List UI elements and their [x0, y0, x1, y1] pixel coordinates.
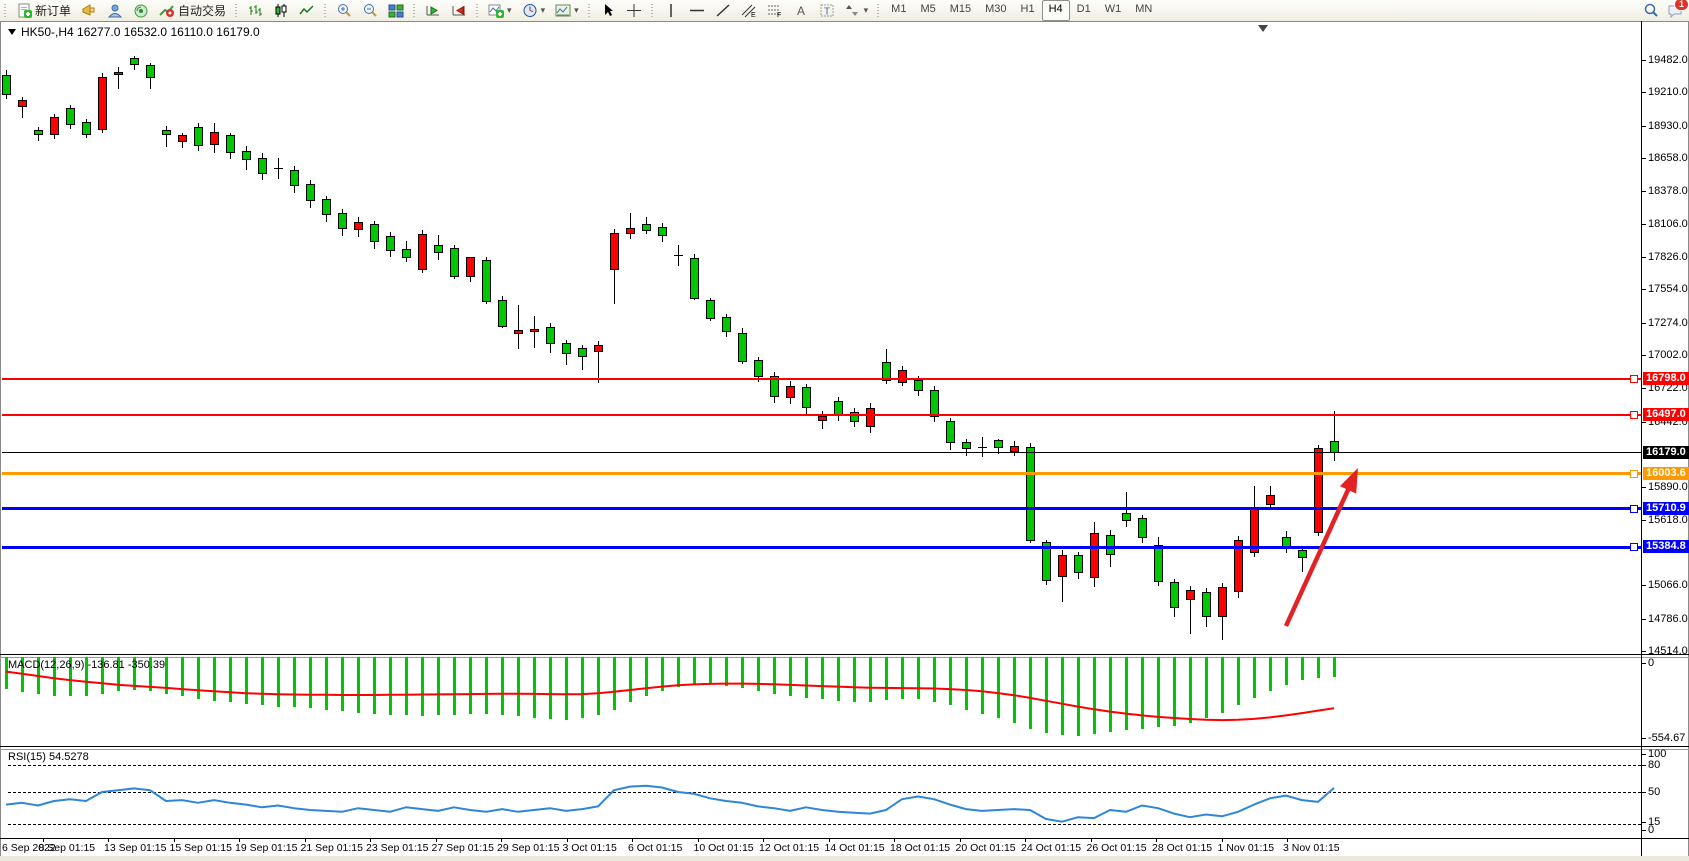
- svg-text:E: E: [751, 12, 756, 18]
- market-watch-button[interactable]: [76, 0, 102, 21]
- crosshair-icon: [626, 3, 642, 18]
- toolbar: 新订单 自动交易: [0, 0, 1689, 22]
- new-order-label: 新订单: [35, 2, 71, 19]
- timeframe-MN[interactable]: MN: [1128, 0, 1159, 21]
- template-icon: [555, 3, 571, 18]
- zoom-in-button[interactable]: [331, 0, 357, 21]
- toolbar-grip: [475, 4, 480, 18]
- cursor-tool-button[interactable]: [595, 0, 621, 21]
- vertical-line-icon: [663, 3, 679, 18]
- chevron-down-icon: ▾: [574, 5, 579, 16]
- chevron-down-icon: ▾: [541, 5, 546, 16]
- bar-chart-button[interactable]: [242, 0, 268, 21]
- timeframe-H4[interactable]: H4: [1042, 0, 1070, 21]
- chevron-down-icon: ▾: [864, 5, 869, 16]
- zoom-out-icon: [362, 3, 378, 18]
- indicators-icon: [488, 3, 504, 18]
- profile-button[interactable]: [102, 0, 128, 21]
- text-icon: A: [793, 3, 809, 18]
- timeframe-group: M1M5M15M30H1H4D1W1MN: [884, 0, 1159, 21]
- svg-text:A: A: [797, 4, 805, 18]
- text-tool-button[interactable]: A: [788, 0, 814, 21]
- chart-shift-button[interactable]: [446, 0, 472, 21]
- toolbar-grip: [876, 4, 881, 18]
- fibonacci-tool-button[interactable]: F: [762, 0, 788, 21]
- toolbar-grip: [650, 4, 655, 18]
- indicators-button[interactable]: ▾: [483, 0, 517, 21]
- auto-trading-label: 自动交易: [178, 2, 226, 19]
- svg-text:T: T: [824, 7, 830, 18]
- timeframe-H1[interactable]: H1: [1014, 0, 1042, 21]
- candlestick-chart-button[interactable]: [268, 0, 294, 21]
- zoom-out-button[interactable]: [357, 0, 383, 21]
- megaphone-icon: [81, 3, 97, 18]
- text-label-icon: T: [819, 3, 835, 18]
- tile-windows-button[interactable]: [383, 0, 409, 21]
- signal-icon: [133, 3, 149, 18]
- chart-window: [0, 21, 1689, 859]
- auto-trading-button[interactable]: 自动交易: [154, 0, 231, 21]
- clock-icon: [522, 3, 538, 18]
- channel-tool-button[interactable]: E: [736, 0, 762, 21]
- chart-shift-icon: [451, 3, 467, 18]
- tile-windows-icon: [388, 3, 404, 18]
- timeframe-D1[interactable]: D1: [1070, 0, 1098, 21]
- toolbar-grip: [412, 4, 417, 18]
- fibonacci-icon: F: [767, 3, 783, 18]
- chat-icon[interactable]: 1: [1667, 3, 1683, 18]
- timeframe-W1[interactable]: W1: [1098, 0, 1129, 21]
- periods-button[interactable]: ▾: [517, 0, 551, 21]
- label-tool-button[interactable]: T: [814, 0, 840, 21]
- templates-button[interactable]: ▾: [550, 0, 584, 21]
- line-chart-icon: [299, 3, 315, 18]
- timeframe-M1[interactable]: M1: [884, 0, 913, 21]
- line-chart-button[interactable]: [294, 0, 320, 21]
- profile-icon: [107, 3, 123, 18]
- crosshair-tool-button[interactable]: [621, 0, 647, 21]
- toolbar-grip: [3, 4, 8, 18]
- notification-badge: 1: [1674, 0, 1689, 11]
- horizontal-line-tool-button[interactable]: [684, 0, 710, 21]
- chevron-down-icon: ▾: [507, 5, 512, 16]
- signals-button[interactable]: [128, 0, 154, 21]
- trendline-icon: [715, 3, 731, 18]
- toolbar-grip: [587, 4, 592, 18]
- toolbar-grip: [323, 4, 328, 18]
- search-icon[interactable]: [1643, 3, 1659, 18]
- zoom-in-icon: [336, 3, 352, 18]
- timeframe-M30[interactable]: M30: [978, 0, 1013, 21]
- vertical-line-tool-button[interactable]: [658, 0, 684, 21]
- auto-scroll-icon: [425, 3, 441, 18]
- timeframe-M15[interactable]: M15: [943, 0, 978, 21]
- arrows-tool-button[interactable]: ▾: [840, 0, 874, 21]
- equidistant-channel-icon: E: [741, 3, 757, 18]
- new-order-icon: [16, 3, 32, 18]
- cursor-icon: [600, 3, 616, 18]
- horizontal-line-icon: [689, 3, 705, 18]
- timeframe-M5[interactable]: M5: [913, 0, 942, 21]
- candlestick-chart-icon: [273, 3, 289, 18]
- svg-text:F: F: [777, 12, 781, 18]
- trendline-tool-button[interactable]: [710, 0, 736, 21]
- bar-chart-icon: [247, 3, 263, 18]
- auto-trading-icon: [159, 3, 175, 18]
- new-order-button[interactable]: 新订单: [11, 0, 76, 21]
- shapes-icon: [845, 3, 861, 18]
- toolbar-grip: [234, 4, 239, 18]
- auto-scroll-button[interactable]: [420, 0, 446, 21]
